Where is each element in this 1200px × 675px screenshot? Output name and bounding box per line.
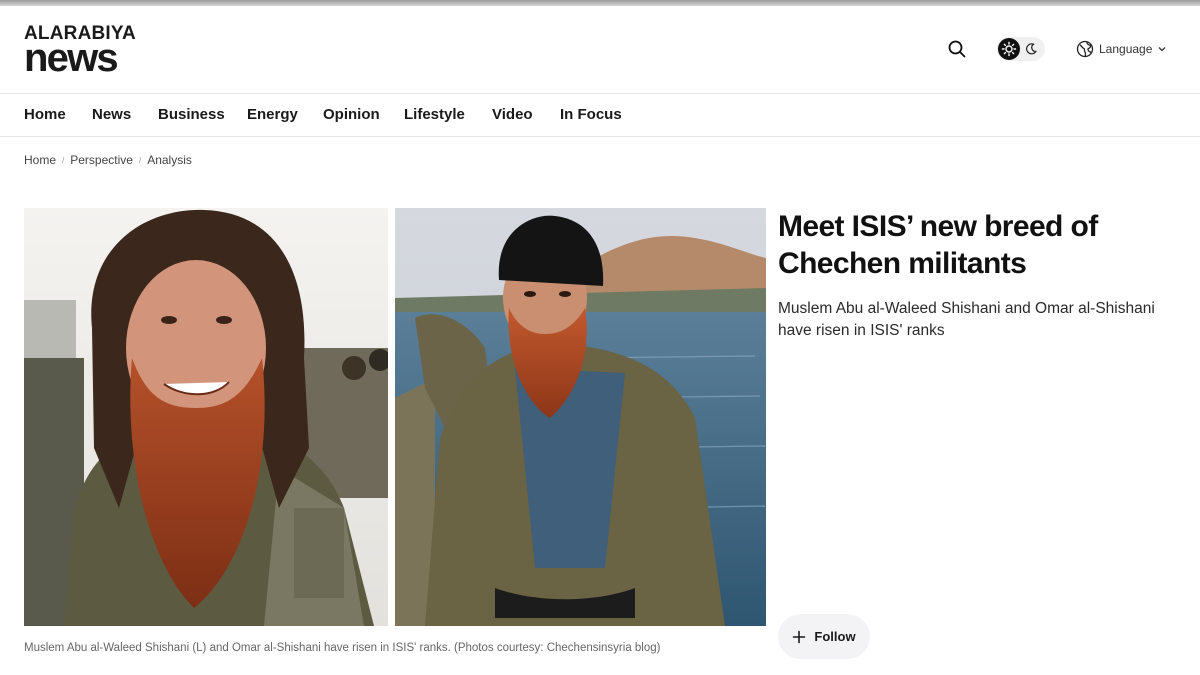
nav-item-in-focus[interactable]: In Focus — [560, 106, 622, 123]
theme-toggle[interactable] — [997, 37, 1045, 61]
follow-label: Follow — [814, 629, 856, 644]
follow-button[interactable]: Follow — [778, 614, 870, 659]
alarabiya-logo[interactable]: ALARABIYA news — [24, 24, 144, 80]
nav-item-opinion[interactable]: Opinion — [323, 106, 380, 123]
photo-right-portrait — [395, 208, 766, 626]
nav-item-lifestyle[interactable]: Lifestyle — [404, 106, 465, 123]
logo-bottom-text: news — [24, 36, 119, 80]
article-headline: Meet ISIS’ new breed of Chechen militant… — [778, 210, 1098, 280]
nav-item-video[interactable]: Video — [492, 106, 533, 123]
nav-item-business[interactable]: Business — [158, 106, 225, 123]
breadcrumb-analysis[interactable]: Analysis — [147, 153, 192, 167]
language-selector[interactable]: Language — [1076, 37, 1167, 61]
language-label: Language — [1099, 42, 1153, 56]
article-subhead: Muslem Abu al-Waleed Shishani and Omar a… — [778, 300, 1155, 339]
hero-image — [24, 208, 766, 626]
breadcrumb-home[interactable]: Home — [24, 153, 56, 167]
chevron-down-icon — [1158, 47, 1166, 52]
globe-icon — [1076, 40, 1094, 58]
breadcrumb-perspective[interactable]: Perspective — [70, 153, 133, 167]
nav-item-news[interactable]: News — [92, 106, 131, 123]
image-caption: Muslem Abu al-Waleed Shishani (L) and Om… — [24, 642, 661, 654]
moon-icon — [1026, 43, 1037, 55]
main-nav: Home News Business Energy Opinion Lifest… — [0, 93, 1200, 137]
photo-left-portrait — [24, 208, 388, 626]
nav-item-home[interactable]: Home — [24, 106, 66, 123]
breadcrumb: Home / Perspective / Analysis — [24, 153, 192, 167]
breadcrumb-separator: / — [138, 155, 142, 165]
plus-icon — [793, 630, 806, 643]
breadcrumb-separator: / — [62, 155, 65, 165]
site-header: ALARABIYA news Language — [0, 6, 1200, 93]
sun-icon — [998, 38, 1020, 60]
search-button[interactable] — [945, 37, 969, 61]
search-icon — [948, 40, 966, 58]
nav-item-energy[interactable]: Energy — [247, 106, 298, 123]
